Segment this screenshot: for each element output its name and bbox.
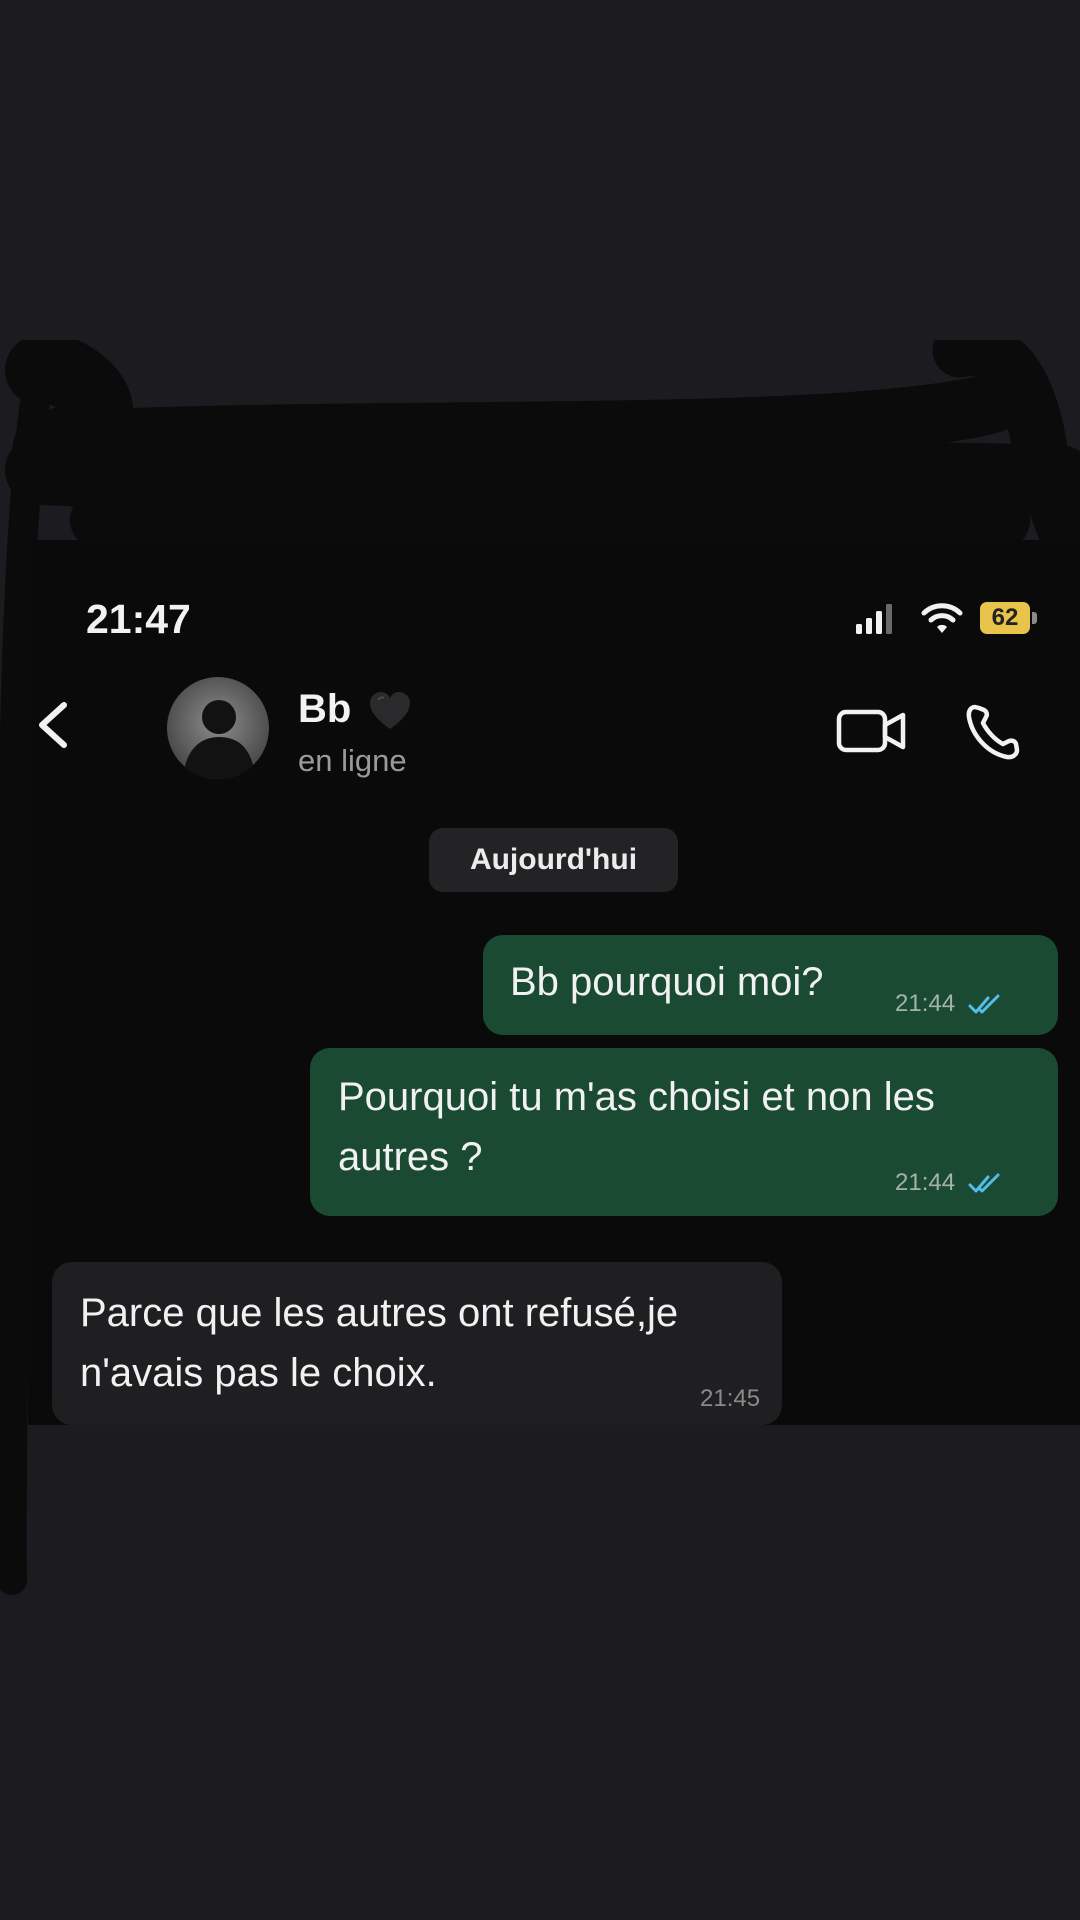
message-text: Pourquoi tu m'as choisi et non les [338,1075,935,1119]
signal-icon [856,604,892,634]
page: 21:47 62 Bb en ligne Aujourd'hui Bb pour… [0,0,1080,1920]
battery-level: 62 [980,602,1030,634]
outgoing-message-bubble[interactable]: Bb pourquoi moi? 21:44 [483,935,1058,1035]
date-separator: Aujourd'hui [429,828,678,892]
message-text: Parce que les autres ont refusé,je [80,1291,679,1335]
double-check-icon [968,1173,1000,1193]
video-camera-icon[interactable] [835,705,909,757]
phone-icon[interactable] [963,701,1021,763]
message-time: 21:44 [895,990,956,1017]
contact-status: en ligne [298,743,407,778]
message-meta: 21:44 [895,989,1002,1019]
message-text: Bb pourquoi moi? [510,960,824,1004]
message-meta: 21:44 [895,1168,1002,1198]
message-time: 21:45 [700,1385,761,1412]
wifi-icon [921,603,963,633]
double-check-icon [968,994,1000,1014]
avatar[interactable] [167,677,269,779]
incoming-message-bubble[interactable]: Parce que les autres ont refusé,je n'ava… [52,1262,782,1425]
message-text: autres ? [338,1135,483,1179]
black-heart-icon [370,692,410,729]
outgoing-message-bubble[interactable]: Pourquoi tu m'as choisi et non les autre… [310,1048,1058,1216]
person-silhouette-icon [183,700,255,779]
message-time: 21:44 [895,1169,956,1196]
status-time: 21:47 [86,596,191,642]
chat-screen: 21:47 62 Bb en ligne Aujourd'hui Bb pour… [28,540,1080,1425]
battery-tip [1032,612,1037,624]
message-text: n'avais pas le choix. [80,1351,437,1395]
battery-icon: 62 [980,602,1038,634]
status-bar: 21:47 62 [28,590,1080,650]
contact-name[interactable]: Bb [298,687,351,732]
back-chevron-icon[interactable] [28,695,78,755]
chat-header: Bb en ligne [28,665,1080,785]
